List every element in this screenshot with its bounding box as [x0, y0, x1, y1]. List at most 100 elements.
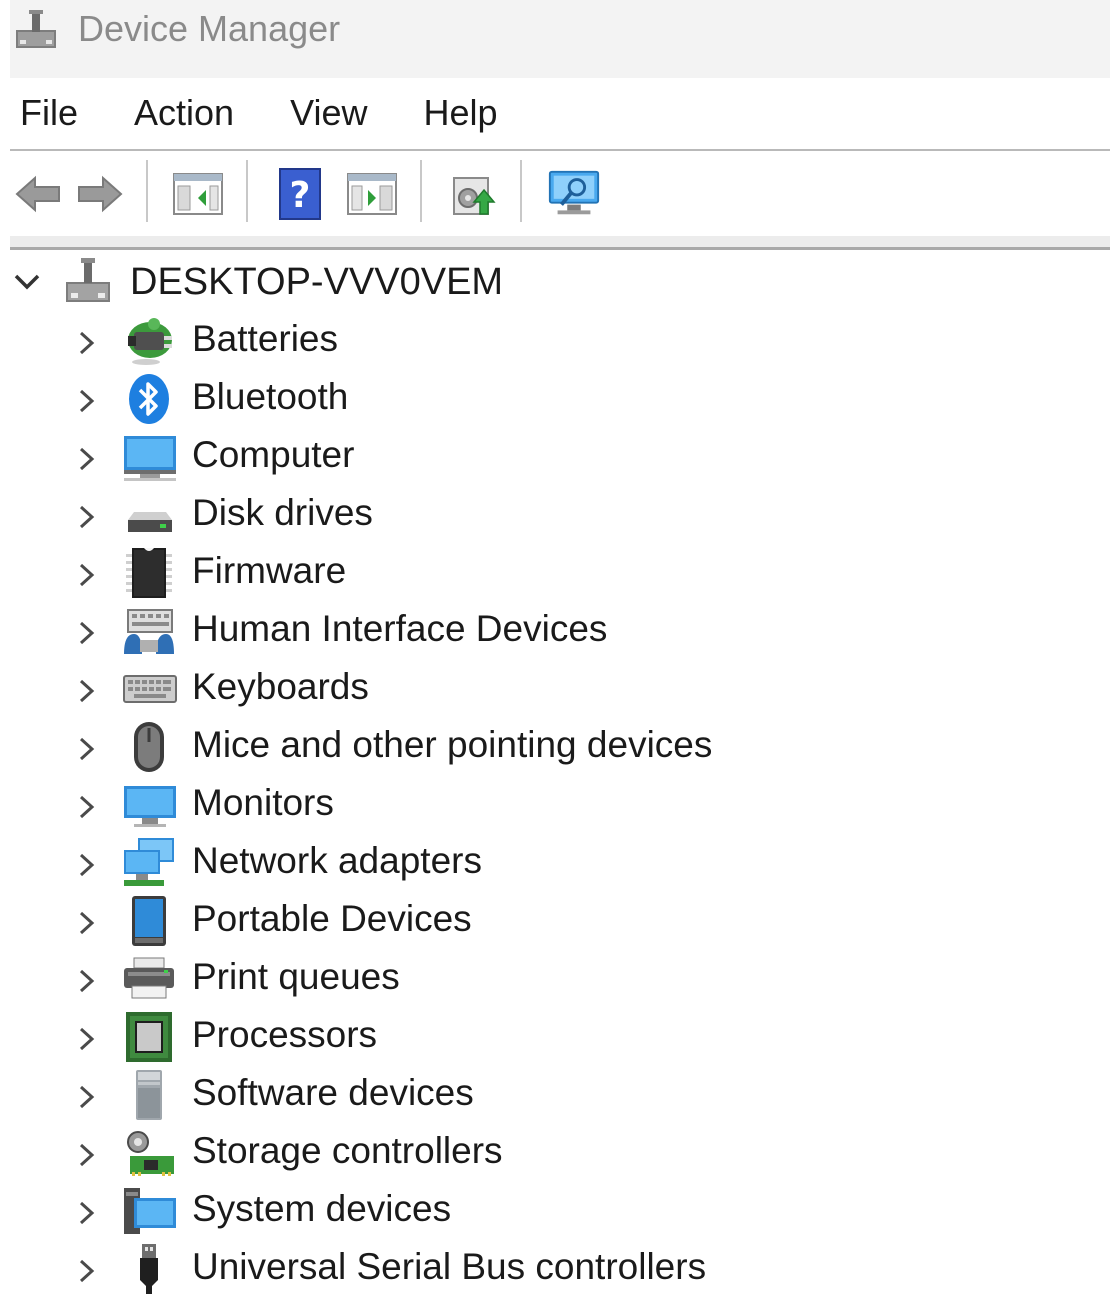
- tree-node-label: Bluetooth: [192, 376, 349, 417]
- forward-button[interactable]: [72, 166, 128, 222]
- toolbar-separator: [420, 160, 422, 222]
- tree-node-print-queues[interactable]: Print queues: [0, 948, 1000, 1006]
- chevron-right-icon[interactable]: [76, 1198, 98, 1228]
- chevron-right-icon[interactable]: [76, 676, 98, 706]
- scan-hardware-button[interactable]: [546, 166, 602, 222]
- tree-root-label: DESKTOP-VVV0VEM: [130, 261, 504, 303]
- tree-node-portable-devices[interactable]: Portable Devices: [0, 890, 1000, 948]
- menu-divider: [10, 149, 1110, 151]
- menu-action[interactable]: Action: [132, 92, 236, 134]
- tree-node-mice[interactable]: Mice and other pointing devices: [0, 716, 1000, 774]
- chevron-right-icon[interactable]: [76, 1082, 98, 1112]
- tree-node-label: Monitors: [192, 782, 334, 823]
- system-devices-icon: [124, 1188, 176, 1234]
- tree-node-label: Universal Serial Bus controllers: [192, 1246, 707, 1287]
- update-driver-button[interactable]: [444, 166, 500, 222]
- tree-node-label: Disk drives: [192, 492, 373, 533]
- chevron-right-icon[interactable]: [76, 1024, 98, 1054]
- keyboard-icon: [123, 675, 177, 703]
- chevron-right-icon[interactable]: [76, 1256, 98, 1286]
- tree-node-network-adapters[interactable]: Network adapters: [0, 832, 1000, 890]
- tree-node-storage-controllers[interactable]: Storage controllers: [0, 1122, 1000, 1180]
- menu-help[interactable]: Help: [421, 92, 499, 134]
- toolbar-separator: [246, 160, 248, 222]
- usb-icon: [140, 1244, 158, 1294]
- chevron-right-icon[interactable]: [76, 850, 98, 880]
- tree-node-computer[interactable]: Computer: [0, 426, 1000, 484]
- battery-icon: [128, 318, 172, 365]
- chevron-right-icon[interactable]: [76, 792, 98, 822]
- monitor-icon: [124, 786, 176, 827]
- tree-node-processors[interactable]: Processors: [0, 1006, 1000, 1064]
- tree-node-label: Keyboards: [192, 666, 369, 707]
- tree-node-label: Network adapters: [192, 840, 482, 881]
- tree-node-label: Mice and other pointing devices: [192, 724, 713, 765]
- tree-node-disk-drives[interactable]: Disk drives: [0, 484, 1000, 542]
- printer-icon: [124, 957, 174, 999]
- processor-icon: [126, 1012, 172, 1062]
- tree-node-batteries[interactable]: Batteries: [0, 310, 1000, 368]
- menu-file[interactable]: File: [18, 92, 80, 134]
- device-manager-icon: [16, 10, 56, 48]
- chevron-right-icon[interactable]: [76, 966, 98, 996]
- tree-node-usb-controllers[interactable]: Universal Serial Bus controllers: [0, 1238, 1000, 1296]
- chevron-right-icon[interactable]: [76, 618, 98, 648]
- tree-node-monitors[interactable]: Monitors: [0, 774, 1000, 832]
- tree-node-label: Processors: [192, 1014, 378, 1055]
- toolbar-separator: [146, 160, 148, 222]
- tree-node-label: Print queues: [192, 956, 400, 997]
- portable-device-icon: [132, 896, 166, 946]
- chevron-right-icon[interactable]: [76, 908, 98, 938]
- firmware-chip-icon: [126, 548, 172, 598]
- chevron-right-icon[interactable]: [76, 560, 98, 590]
- menu-view[interactable]: View: [288, 92, 369, 134]
- toolbar: ?: [10, 152, 1110, 236]
- tree-node-system-devices[interactable]: System devices: [0, 1180, 1000, 1238]
- tree-node-firmware[interactable]: Firmware: [0, 542, 1000, 600]
- scan-hardware-icon: [548, 170, 600, 215]
- chevron-right-icon[interactable]: [76, 328, 98, 358]
- tree-node-label: Human Interface Devices: [192, 608, 608, 649]
- tree-node-label: Storage controllers: [192, 1130, 503, 1171]
- toolbar-divider: [10, 236, 1110, 250]
- hid-icon: [124, 609, 174, 654]
- chevron-right-icon[interactable]: [76, 502, 98, 532]
- computer-network-icon: [66, 258, 110, 302]
- show-hide-action-pane-button[interactable]: [344, 166, 400, 222]
- mouse-icon: [134, 722, 164, 772]
- svg-text:?: ?: [290, 175, 311, 216]
- tree-node-label: Computer: [192, 434, 355, 475]
- forward-arrow-icon: [78, 175, 123, 213]
- software-device-icon: [136, 1070, 162, 1120]
- tree-node-label: Firmware: [192, 550, 347, 591]
- tree-node-bluetooth[interactable]: Bluetooth: [0, 368, 1000, 426]
- storage-controller-icon: [127, 1131, 174, 1176]
- chevron-right-icon[interactable]: [76, 386, 98, 416]
- bluetooth-icon: [129, 374, 169, 424]
- tree-root[interactable]: DESKTOP-VVV0VEM: [0, 252, 700, 310]
- chevron-right-icon[interactable]: [76, 444, 98, 474]
- show-hide-console-tree-button[interactable]: [170, 166, 226, 222]
- tree-node-label: Software devices: [192, 1072, 474, 1113]
- tree-node-label: Batteries: [192, 318, 339, 359]
- title-bar: Device Manager: [10, 0, 1110, 78]
- computer-icon: [124, 436, 176, 481]
- tree-node-label: System devices: [192, 1188, 452, 1229]
- tree-node-software-devices[interactable]: Software devices: [0, 1064, 1000, 1122]
- tree-node-human-interface-devices[interactable]: Human Interface Devices: [0, 600, 1000, 658]
- chevron-right-icon[interactable]: [76, 734, 98, 764]
- toolbar-separator: [520, 160, 522, 222]
- help-icon: ?: [279, 168, 321, 220]
- help-button[interactable]: ?: [272, 166, 328, 222]
- tree-node-label: Portable Devices: [192, 898, 472, 939]
- console-tree-icon: [173, 173, 223, 215]
- back-arrow-icon: [15, 175, 60, 213]
- update-driver-icon: [453, 177, 496, 215]
- action-pane-icon: [347, 173, 397, 215]
- tree-node-keyboards[interactable]: Keyboards: [0, 658, 1000, 716]
- chevron-down-icon[interactable]: [12, 268, 42, 296]
- back-button[interactable]: [10, 166, 66, 222]
- disk-drive-icon: [128, 512, 172, 532]
- network-adapter-icon: [124, 838, 174, 886]
- chevron-right-icon[interactable]: [76, 1140, 98, 1170]
